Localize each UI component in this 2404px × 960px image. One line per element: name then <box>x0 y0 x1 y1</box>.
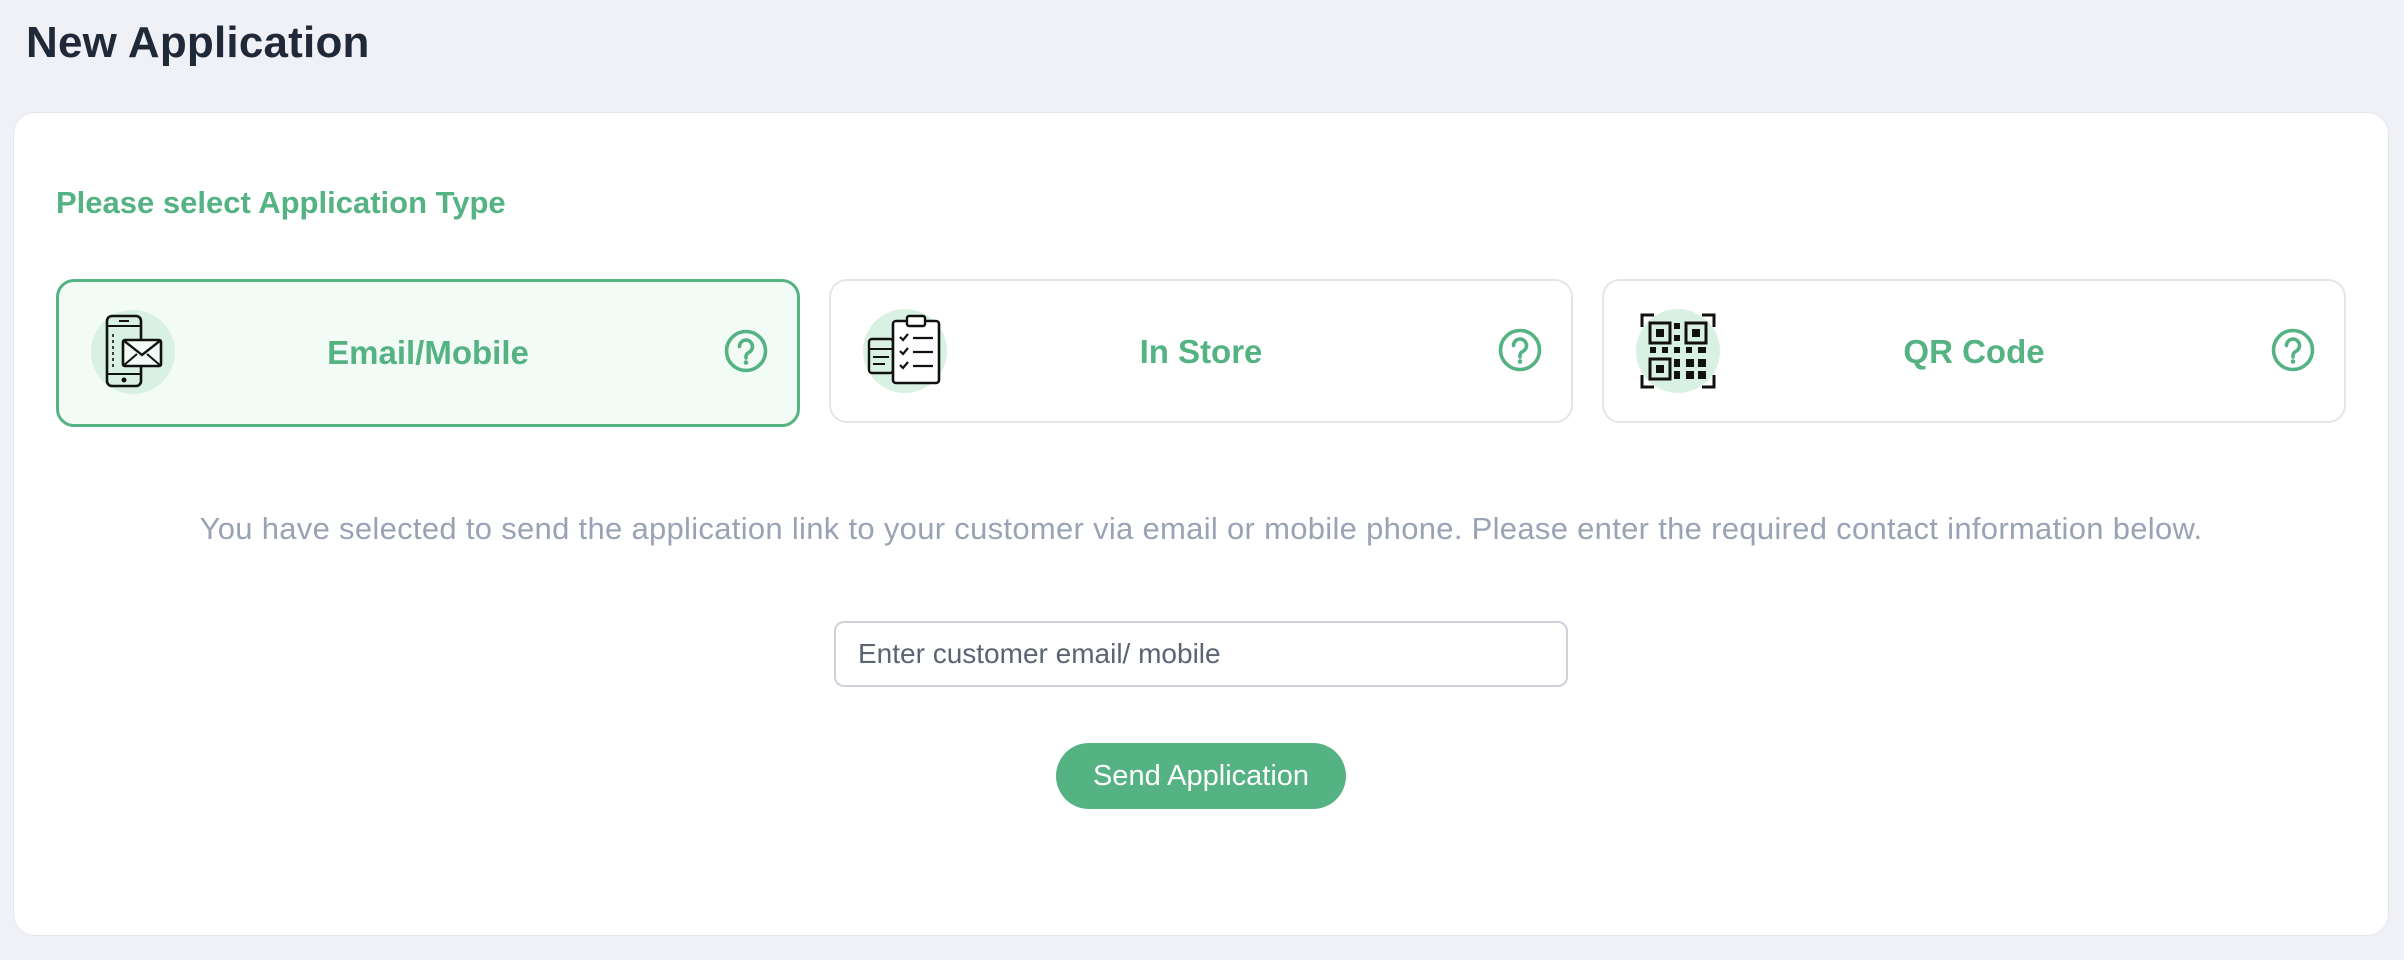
option-qr-code[interactable]: QR Code <box>1602 279 2346 423</box>
help-icon[interactable] <box>723 328 769 374</box>
help-icon[interactable] <box>2270 327 2316 373</box>
page-title: New Application <box>26 18 370 67</box>
help-icon[interactable] <box>1497 327 1543 373</box>
option-label: In Store <box>1139 333 1263 370</box>
send-application-button[interactable]: Send Application <box>1056 743 1346 809</box>
application-card: Please select Application Type Email/Mob… <box>13 112 2389 936</box>
option-label: QR Code <box>1903 333 2045 370</box>
application-type-label: Please select Application Type <box>56 185 506 220</box>
option-email-mobile[interactable]: Email/Mobile <box>56 279 800 427</box>
selection-description: You have selected to send the applicatio… <box>199 511 2203 546</box>
customer-contact-input[interactable] <box>834 621 1568 687</box>
option-label: Email/Mobile <box>327 334 529 371</box>
option-in-store[interactable]: In Store <box>829 279 1573 423</box>
